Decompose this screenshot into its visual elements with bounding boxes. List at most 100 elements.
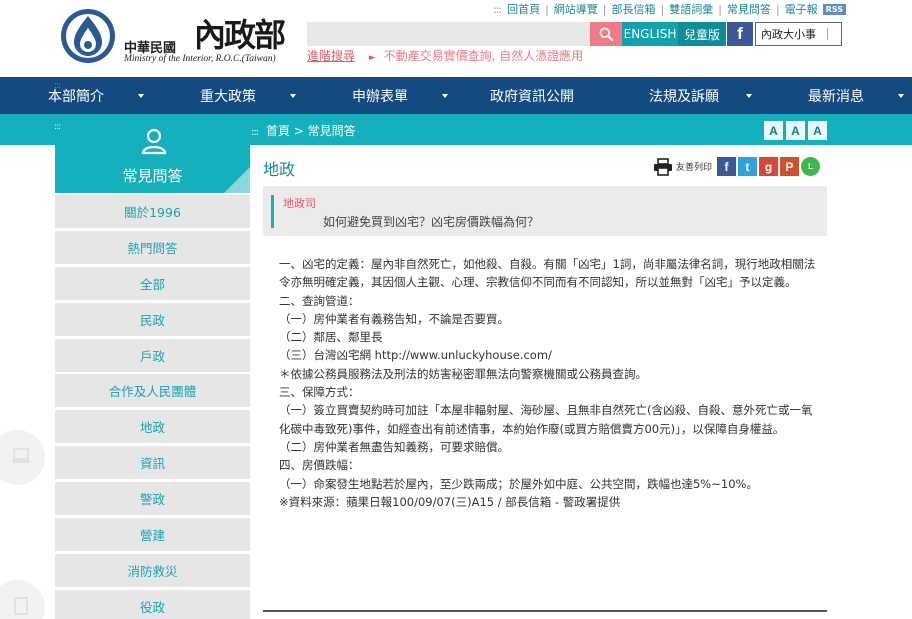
answer-line: （一）命案發生地點若於屋內，至少跌兩成；於屋外如中庭、公共空間，跌幅也達5%~1… [279, 476, 758, 491]
answer-line: 三、保障方式： [279, 385, 360, 400]
dots-marker: ::: [492, 2, 502, 16]
hot-search-links[interactable]: 不動產交易實價查詢, 自然人憑證應用 [384, 49, 584, 63]
site-logo[interactable]: 中華民國 內政部 Ministry of the Interior, R.O.C… [60, 8, 300, 68]
answer-line: （二）房仲業者無盡告知義務，可要求賠償。 [279, 439, 509, 454]
nav-item-regulations[interactable]: 法規及訴願 [608, 77, 760, 114]
answer-line: 一、凶宅的定義：屋內非自然死亡，如他殺、自殺。有關「凶宅」1詞，尚非屬法律名詞，… [279, 257, 816, 290]
dots-marker: ::: [251, 127, 259, 138]
breadcrumb-home[interactable]: 首頁 [266, 124, 290, 138]
caret-down-icon [138, 94, 144, 98]
answer-line: 四、房價跌幅： [279, 458, 360, 473]
answer-line: （一）房仲業者有義務告知，不論是否要買。 [279, 311, 509, 326]
nav-item-news[interactable]: 最新消息 [760, 77, 912, 114]
sidebar-header: 常見問答 [55, 128, 250, 193]
plurk-icon[interactable]: P [780, 157, 800, 176]
ministry-seal-icon [61, 9, 115, 63]
person-icon [141, 128, 167, 155]
sidebar-item-all[interactable]: 全部 [55, 266, 250, 300]
dictionary-select[interactable]: 內政大小事 [755, 22, 842, 46]
main-nav: ::: 本部簡介 重大政策 申辦表單 政府資訊公開 法規及訴願 最新消息 [0, 77, 912, 114]
breadcrumb-separator: > [293, 124, 304, 138]
sidebar-item-land[interactable]: 地政 [55, 410, 250, 444]
answer-line: ＊依據公務員服務法及刑法的妨害秘密罪無法向警察機關或公務員查詢。 [279, 366, 647, 381]
sidebar-item-fire[interactable]: 消防救災 [55, 553, 250, 587]
kids-version-button[interactable]: 兒童版 [678, 22, 726, 46]
content-divider [263, 610, 827, 612]
sidebar-item-military-service[interactable]: 役政 [55, 589, 250, 619]
background-decoration [0, 430, 45, 485]
answer-line: （二）鄰居、鄰里長 [279, 330, 383, 345]
caret-down-icon [746, 94, 752, 98]
search-icon [599, 27, 613, 41]
accent-bar [271, 195, 274, 228]
logo-english-name: Ministry of the Interior, R.O.C.(Taiwan) [124, 54, 276, 64]
facebook-icon[interactable]: f [727, 22, 753, 46]
separator: | [602, 2, 607, 16]
answer-line: ※資料來源：蘋果日報100/09/07(三)A15 / 部長信箱 - 警政署提供 [279, 494, 621, 509]
facebook-icon[interactable]: f [717, 157, 737, 176]
caret-down-icon [290, 94, 296, 98]
toplink-sitemap[interactable]: 網站導覽 [554, 1, 598, 17]
answer-line: （一）簽立買賣契約時可加註「本屋非輻射屋、海砂屋、且無非自然死亡(含凶殺、自殺、… [279, 403, 813, 436]
separator: | [660, 2, 665, 16]
english-button[interactable]: ENGLISH [622, 22, 678, 46]
toplink-mailbox[interactable]: 部長信箱 [612, 1, 656, 17]
answer-body: 一、凶宅的定義：屋內非自然死亡，如他殺、自殺。有關「凶宅」1詞，尚非屬法律名詞，… [279, 255, 819, 511]
sidebar-item-construction[interactable]: 營建 [55, 518, 250, 552]
caret-down-icon [442, 94, 448, 98]
sidebar-item-cooperatives[interactable]: 合作及人民團體 [55, 374, 250, 408]
font-size-small-button[interactable]: A [764, 121, 783, 140]
question-box: 地政司 如何避免買到凶宅？凶宅房價跌幅為何？ [263, 186, 827, 236]
triangle-right-icon: ► [368, 53, 376, 63]
print-label[interactable]: 友善列印 [676, 160, 712, 173]
nav-item-about[interactable]: 本部簡介 [0, 77, 152, 114]
document-icon [14, 597, 28, 615]
logo-calligraphy: 內政部 [194, 16, 286, 54]
sidebar-menu: 關於1996 熱門問答 全部 民政 戶政 合作及人民團體 地政 資訊 警政 營建… [55, 195, 250, 619]
nav-item-open-info[interactable]: 政府資訊公開 [456, 77, 608, 114]
answer-line: 二、查詢管道： [279, 293, 360, 308]
nav-label: 法規及訴願 [649, 88, 719, 105]
sidebar-item-1996[interactable]: 關於1996 [55, 195, 250, 228]
search-input[interactable] [307, 22, 590, 46]
line-icon[interactable]: L [801, 157, 821, 176]
font-size-large-button[interactable]: A [808, 121, 827, 140]
sidebar-item-civil-affairs[interactable]: 民政 [55, 302, 250, 336]
sidebar-title: 常見問答 [122, 167, 183, 185]
background-decoration [0, 580, 45, 619]
google-plus-icon[interactable]: g [759, 157, 779, 176]
breadcrumb-strip: ::: ::: 首頁 > 常見問答 A A A [0, 114, 912, 145]
page-title: 地政 [263, 160, 296, 179]
advanced-search-link[interactable]: 進階搜尋 [307, 49, 355, 63]
breadcrumb-current: 常見問答 [307, 124, 356, 138]
nav-label: 申辦表單 [352, 88, 408, 105]
nav-item-policy[interactable]: 重大政策 [152, 77, 304, 114]
rss-icon[interactable]: RSS [822, 3, 846, 15]
nav-label: 最新消息 [808, 88, 864, 105]
corner-decoration [224, 167, 250, 193]
separator: | [775, 2, 780, 16]
question-department: 地政司 [283, 197, 316, 210]
social-share: f t g P L [717, 157, 821, 176]
sidebar-item-police[interactable]: 警政 [55, 482, 250, 516]
toplink-faq[interactable]: 常見問答 [727, 1, 771, 17]
sidebar-item-household[interactable]: 戶政 [55, 338, 250, 372]
caret-down-icon [898, 94, 904, 98]
toplink-glossary[interactable]: 雙語詞彙 [669, 1, 713, 17]
search-button[interactable] [590, 22, 622, 46]
nav-label: 重大政策 [200, 88, 256, 105]
sidebar-item-information[interactable]: 資訊 [55, 446, 250, 480]
sidebar-item-popular[interactable]: 熱門問答 [55, 230, 250, 264]
nav-label: 政府資訊公開 [490, 88, 574, 105]
breadcrumb: ::: 首頁 > 常見問答 [251, 122, 356, 139]
toplink-home[interactable]: 回首頁 [507, 1, 540, 17]
font-size-medium-button[interactable]: A [786, 121, 805, 140]
answer-line: （三）台灣凶宅網 http://www.unluckyhouse.com/ [279, 348, 552, 363]
toplink-newsletter[interactable]: 電子報 [785, 1, 818, 17]
twitter-icon[interactable]: t [738, 157, 758, 176]
printer-icon[interactable] [653, 157, 673, 176]
nav-item-forms[interactable]: 申辦表單 [304, 77, 456, 114]
dots-marker: ::: [54, 122, 61, 132]
separator: | [545, 2, 549, 16]
separator: | [718, 2, 722, 16]
